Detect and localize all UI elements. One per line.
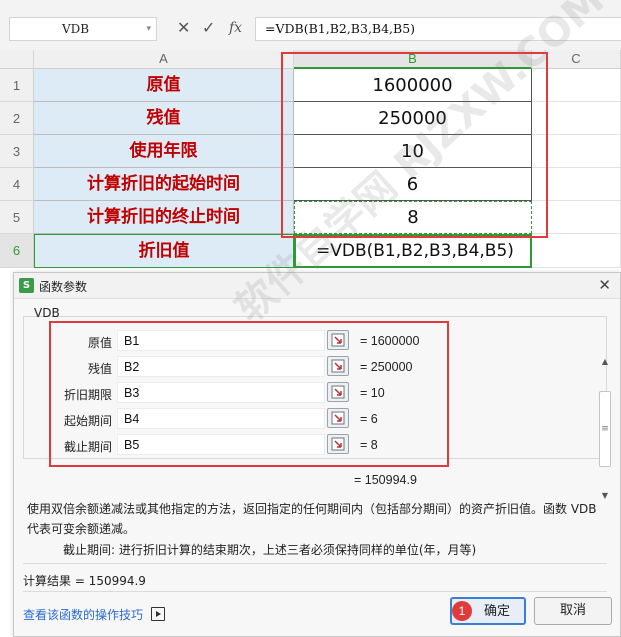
- range-select-button[interactable]: [327, 434, 349, 454]
- divider: [23, 591, 607, 592]
- empty-cell[interactable]: [532, 135, 621, 168]
- empty-cell[interactable]: [532, 201, 621, 234]
- arguments-scrollbar[interactable]: ▲ ≡ ▼: [598, 357, 612, 500]
- range-select-icon: [331, 359, 345, 373]
- range-select-button[interactable]: [327, 330, 349, 350]
- row-header[interactable]: 2: [0, 102, 34, 135]
- scroll-thumb[interactable]: ≡: [599, 391, 611, 467]
- empty-cell[interactable]: [532, 234, 621, 268]
- range-select-icon: [331, 411, 345, 425]
- value-cell[interactable]: 1600000: [294, 69, 532, 102]
- arg-input[interactable]: B4: [117, 408, 325, 429]
- video-play-icon[interactable]: [151, 607, 165, 621]
- cancel-formula-icon[interactable]: ✕: [177, 17, 190, 39]
- row-header[interactable]: 3: [0, 135, 34, 168]
- step-badge: 1: [452, 601, 472, 621]
- formula-bar: VDB ▾ ✕ ✓ fx =VDB(B1,B2,B3,B4,B5): [0, 0, 621, 50]
- name-box[interactable]: VDB ▾: [9, 17, 157, 41]
- arg-result: = 250000: [360, 360, 413, 374]
- arg-label: 折旧期限: [63, 388, 112, 402]
- row-header[interactable]: 6: [0, 234, 34, 268]
- range-select-button[interactable]: [327, 382, 349, 402]
- arg-label: 原值: [87, 336, 112, 350]
- calc-result: 计算结果 = 150994.9: [23, 574, 146, 588]
- arg-input[interactable]: B3: [117, 382, 325, 403]
- range-select-icon: [331, 437, 345, 451]
- arg-label: 截止期间: [63, 440, 112, 454]
- arg-label: 起始期间: [63, 414, 112, 428]
- empty-cell[interactable]: [532, 168, 621, 201]
- dialog-title-bar: S 函数参数 ✕: [14, 273, 620, 299]
- wps-logo-icon: S: [19, 278, 34, 293]
- close-icon[interactable]: ✕: [598, 276, 611, 294]
- arg-result: = 6: [360, 412, 378, 426]
- column-header-c[interactable]: C: [532, 50, 621, 69]
- value-cell[interactable]: 6: [294, 168, 532, 201]
- function-name: VDB: [34, 306, 60, 320]
- label-cell[interactable]: 残值: [34, 102, 294, 135]
- arg-input[interactable]: B1: [117, 330, 325, 351]
- function-tips-link[interactable]: 查看该函数的操作技巧: [23, 606, 143, 623]
- arg-input[interactable]: B2: [117, 356, 325, 377]
- formula-result: = 150994.9: [354, 473, 417, 487]
- arg-result: = 1600000: [360, 334, 420, 348]
- function-description: 使用双倍余额递减法或其他指定的方法，返回指定的任何期间内（包括部分期间）的资产折…: [27, 502, 597, 536]
- scroll-up-icon[interactable]: ▲: [598, 357, 612, 366]
- arg-result: = 8: [360, 438, 378, 452]
- range-select-icon: [331, 333, 345, 347]
- value-cell[interactable]: 10: [294, 135, 532, 168]
- formula-cell[interactable]: =VDB(B1,B2,B3,B4,B5): [294, 234, 532, 268]
- arg-label: 残值: [87, 362, 112, 376]
- confirm-formula-icon[interactable]: ✓: [202, 17, 215, 39]
- formula-input[interactable]: =VDB(B1,B2,B3,B4,B5): [255, 17, 621, 41]
- value-cell[interactable]: 8: [294, 201, 532, 234]
- divider: [23, 563, 607, 564]
- insert-function-icon[interactable]: fx: [229, 17, 242, 39]
- column-header-a[interactable]: A: [34, 50, 294, 69]
- row-header[interactable]: 1: [0, 69, 34, 102]
- dialog-title: 函数参数: [39, 280, 88, 294]
- arg-result: = 10: [360, 386, 385, 400]
- range-select-button[interactable]: [327, 408, 349, 428]
- label-cell[interactable]: 原值: [34, 69, 294, 102]
- label-cell[interactable]: 计算折旧的终止时间: [34, 201, 294, 234]
- row-header[interactable]: 4: [0, 168, 34, 201]
- label-cell[interactable]: 计算折旧的起始时间: [34, 168, 294, 201]
- range-select-icon: [331, 385, 345, 399]
- column-header-b[interactable]: B: [294, 50, 532, 69]
- label-cell[interactable]: 使用年限: [34, 135, 294, 168]
- ok-button-label: 确定: [483, 604, 510, 619]
- empty-cell[interactable]: [532, 102, 621, 135]
- function-arguments-dialog: S 函数参数 ✕ ▲ ≡ ▼ VDB 原值 B1 = 1600000 残值 B2…: [13, 272, 621, 637]
- range-select-button[interactable]: [327, 356, 349, 376]
- cancel-button[interactable]: 取消: [534, 597, 612, 625]
- select-all-corner[interactable]: [0, 50, 34, 69]
- name-box-value: VDB: [62, 22, 90, 36]
- name-box-dropdown-icon[interactable]: ▾: [146, 18, 151, 40]
- arg-input[interactable]: B5: [117, 434, 325, 455]
- parameter-description: 截止期间: 进行折旧计算的结束期次，上述三者必须保持同样的单位(年，月等): [63, 543, 477, 557]
- label-cell[interactable]: 折旧值: [34, 234, 294, 268]
- empty-cell[interactable]: [532, 69, 621, 102]
- value-cell[interactable]: 250000: [294, 102, 532, 135]
- row-header[interactable]: 5: [0, 201, 34, 234]
